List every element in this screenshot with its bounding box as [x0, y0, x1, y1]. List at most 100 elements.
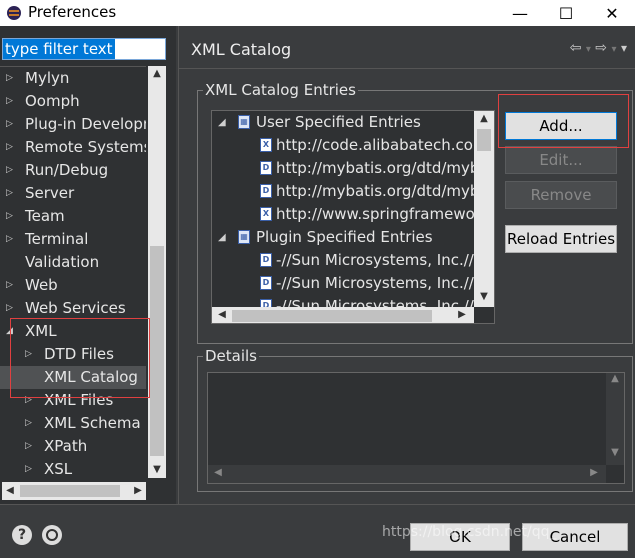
dtd-file-icon: D	[260, 276, 272, 290]
tree-item[interactable]: ▷ Server	[0, 182, 146, 205]
tree-item[interactable]: ▷ Oomph	[0, 90, 146, 113]
tree-item[interactable]: ▷ XSL	[0, 458, 146, 478]
filter-input[interactable]: type filter text	[2, 38, 166, 60]
catalog-entry[interactable]: Dhttp://mybatis.org/dtd/myb	[212, 157, 474, 180]
catalog-entry[interactable]: D -//Sun Microsystems, Inc.//	[212, 272, 474, 295]
details-label: Details	[203, 347, 260, 365]
tree-item-label: Run/Debug	[25, 161, 109, 179]
tree-item[interactable]: ▷ Remote Systems	[0, 136, 146, 159]
scroll-left-icon[interactable]: ◀	[2, 482, 18, 500]
catalog-entry[interactable]: D -//Sun Microsystems, Inc.//	[212, 249, 474, 272]
reload-entries-button[interactable]: Reload Entries	[505, 225, 617, 253]
minimize-button[interactable]: —	[497, 0, 543, 26]
collapsed-arrow-icon[interactable]: ▷	[6, 119, 16, 129]
preferences-tree: ▷ Mylyn ▷ Oomph ▷ Plug-in Developm ▷ Remote Sys…	[0, 66, 146, 478]
back-dropdown-icon[interactable]: ▾	[586, 44, 591, 55]
back-arrow-icon[interactable]: ⇦	[570, 40, 582, 56]
window-titlebar: Preferences — ☐ ✕	[0, 0, 635, 26]
edit-button[interactable]: Edit...	[505, 146, 617, 174]
tree-item-label: Validation	[25, 253, 100, 271]
collapsed-arrow-icon[interactable]: ▷	[6, 96, 16, 106]
catalog-entry[interactable]: ◢ ▦ Plugin Specified Entries	[212, 226, 474, 249]
scroll-left-icon[interactable]: ◀	[212, 467, 224, 478]
close-button[interactable]: ✕	[589, 0, 635, 26]
collapsed-arrow-icon[interactable]: ▷	[6, 211, 16, 221]
scroll-down-icon[interactable]: ▼	[606, 447, 624, 458]
tree-item[interactable]: ▷ Plug-in Developm	[0, 113, 146, 136]
view-menu-icon[interactable]: ▾	[621, 41, 627, 55]
entries-horizontal-scrollbar[interactable]: ◀ ▶	[212, 307, 474, 323]
catalog-entry[interactable]: D -//Sun Microsystems, Inc.//	[212, 295, 474, 307]
tree-item[interactable]: ▷ Web Services	[0, 297, 146, 320]
details-horizontal-scrollbar[interactable]: ◀ ▶	[208, 465, 606, 483]
scroll-thumb[interactable]	[20, 485, 120, 497]
highlight-box-add	[498, 94, 629, 148]
tree-item[interactable]: ▷ Web	[0, 274, 146, 297]
expanded-arrow-icon[interactable]: ◢	[218, 111, 226, 134]
scroll-up-icon[interactable]: ▲	[148, 66, 166, 82]
forward-arrow-icon[interactable]: ⇨	[595, 40, 607, 56]
tree-horizontal-scrollbar[interactable]: ◀ ▶	[2, 482, 146, 500]
collapsed-arrow-icon[interactable]: ▷	[25, 441, 35, 451]
scroll-down-icon[interactable]: ▼	[474, 291, 494, 302]
catalog-entry[interactable]: Xhttp://www.springframewo	[212, 203, 474, 226]
collapsed-arrow-icon[interactable]: ▷	[6, 73, 16, 83]
help-icon[interactable]: ?	[12, 525, 32, 545]
tree-item[interactable]: ▷ Team	[0, 205, 146, 228]
dtd-file-icon: D	[260, 161, 272, 175]
title-separator	[179, 68, 635, 69]
scroll-right-icon[interactable]: ▶	[130, 482, 146, 500]
tree-item-label: Server	[25, 184, 75, 202]
tree-item-label: Oomph	[25, 92, 80, 110]
catalog-entries-tree[interactable]: ◢ ▦ User Specified Entries Xhttp://code.ali…	[211, 110, 495, 324]
catalog-entry-label: Plugin Specified Entries	[256, 228, 433, 246]
tree-item[interactable]: ▷ XPath	[0, 435, 146, 458]
collapsed-arrow-icon[interactable]: ▷	[25, 418, 35, 428]
scroll-right-icon[interactable]: ▶	[588, 467, 600, 478]
catalog-entry-label: http://code.alibabatech.com	[276, 136, 474, 154]
preferences-navigation: type filter text ▷ Mylyn ▷ Oomph ▷ Plug-in De…	[0, 26, 176, 504]
catalog-entry[interactable]: Dhttp://mybatis.org/dtd/myb	[212, 180, 474, 203]
collapsed-arrow-icon[interactable]: ▷	[6, 142, 16, 152]
entries-vertical-scrollbar[interactable]: ▲ ▼	[474, 111, 494, 307]
scroll-up-icon[interactable]: ▲	[606, 373, 624, 384]
tree-vertical-scrollbar[interactable]: ▲ ▼	[148, 66, 166, 478]
tree-item[interactable]: ▷ Terminal	[0, 228, 146, 251]
tree-item[interactable]: Validation	[0, 251, 146, 274]
tree-item-label: Web	[25, 276, 58, 294]
tree-item-label: Remote Systems	[25, 138, 146, 156]
tree-item-label: XSL	[44, 460, 73, 478]
collapsed-arrow-icon[interactable]: ▷	[6, 234, 16, 244]
maximize-button[interactable]: ☐	[543, 0, 589, 26]
catalog-entry-label: -//Sun Microsystems, Inc.//	[276, 297, 474, 307]
tree-item[interactable]: ▷ XML Schema F	[0, 412, 146, 435]
details-text-area[interactable]: ▲ ▼ ◀ ▶	[207, 372, 625, 484]
scroll-thumb[interactable]	[477, 129, 491, 151]
catalog-entries-label: XML Catalog Entries	[203, 81, 358, 99]
catalog-folder-icon: ▦	[238, 115, 250, 129]
remove-button[interactable]: Remove	[505, 181, 617, 209]
catalog-entry[interactable]: ◢ ▦ User Specified Entries	[212, 111, 474, 134]
catalog-entry-label: -//Sun Microsystems, Inc.//	[276, 274, 474, 292]
scroll-thumb[interactable]	[150, 246, 164, 456]
scroll-thumb[interactable]	[232, 310, 432, 322]
catalog-folder-icon: ▦	[238, 230, 250, 244]
scroll-up-icon[interactable]: ▲	[474, 113, 494, 124]
forward-dropdown-icon[interactable]: ▾	[611, 44, 616, 55]
scroll-left-icon[interactable]: ◀	[216, 309, 228, 320]
collapsed-arrow-icon[interactable]: ▷	[6, 165, 16, 175]
scroll-down-icon[interactable]: ▼	[148, 462, 166, 478]
scroll-right-icon[interactable]: ▶	[456, 309, 468, 320]
xsd-file-icon: X	[260, 207, 272, 221]
expanded-arrow-icon[interactable]: ◢	[218, 226, 226, 249]
tree-item[interactable]: ▷ Mylyn	[0, 67, 146, 90]
collapsed-arrow-icon[interactable]: ▷	[6, 303, 16, 313]
catalog-entry[interactable]: Xhttp://code.alibabatech.com	[212, 134, 474, 157]
collapsed-arrow-icon[interactable]: ▷	[6, 188, 16, 198]
import-export-icon[interactable]	[42, 525, 62, 545]
tree-item-label: Plug-in Developm	[25, 115, 146, 133]
collapsed-arrow-icon[interactable]: ▷	[25, 464, 35, 474]
details-vertical-scrollbar[interactable]: ▲ ▼	[606, 373, 624, 465]
tree-item[interactable]: ▷ Run/Debug	[0, 159, 146, 182]
collapsed-arrow-icon[interactable]: ▷	[6, 280, 16, 290]
